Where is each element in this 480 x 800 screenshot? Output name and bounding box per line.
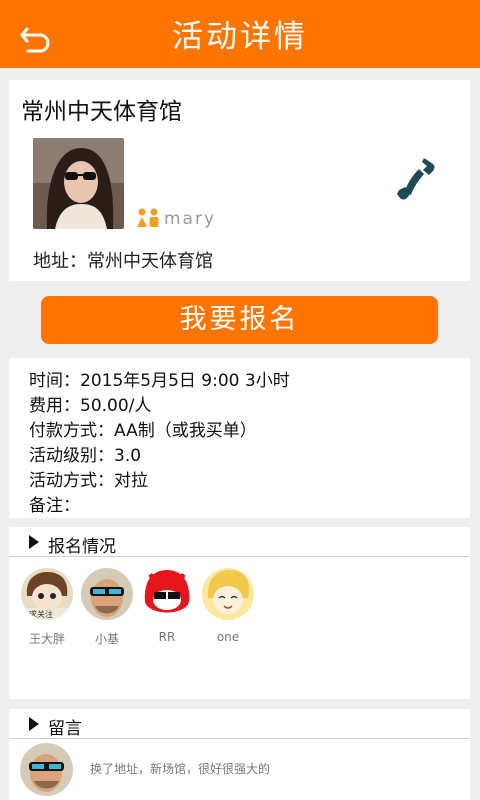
organizer-avatar[interactable] xyxy=(33,138,124,229)
triangle-right-icon xyxy=(29,717,39,731)
comments-header[interactable]: 留言 xyxy=(9,709,470,739)
venue-card: 常州中天体育馆 mary 地址：常州中天体育馆 xyxy=(9,80,470,281)
member-item[interactable]: 小基 xyxy=(80,568,134,647)
member-item[interactable]: 求关注 王大胖 xyxy=(20,568,74,647)
member-name: 小基 xyxy=(94,632,119,646)
organizer-name: mary xyxy=(164,209,217,229)
comments-section: 留言 换了地址，新场馆，很好很强大的 xyxy=(9,709,470,800)
phone-icon[interactable] xyxy=(393,155,439,201)
svg-text:求关注: 求关注 xyxy=(29,609,53,619)
member-avatar: 求关注 xyxy=(21,568,73,620)
mode-text: 活动方式：对拉 xyxy=(29,471,148,491)
enrollment-section: 报名情况 求关注 王大胖 小基 RR one xyxy=(9,527,470,699)
enrollment-header-label: 报名情况 xyxy=(48,537,116,557)
gender-icon xyxy=(136,208,162,232)
payment-text: 付款方式：AA制（或我买单） xyxy=(29,421,257,441)
comments-header-label: 留言 xyxy=(48,719,82,739)
member-avatar xyxy=(202,568,254,620)
venue-name: 常州中天体育馆 xyxy=(21,99,182,125)
activity-details: 时间：2015年5月5日 9:00 3小时 费用：50.00/人 付款方式：AA… xyxy=(9,358,470,518)
triangle-right-icon xyxy=(29,535,39,549)
top-bar: 活动详情 xyxy=(0,0,480,68)
member-avatar xyxy=(81,568,133,620)
fee-text: 费用：50.00/人 xyxy=(29,396,152,416)
member-avatar xyxy=(141,568,193,620)
member-name: 王大胖 xyxy=(28,632,65,646)
signup-button[interactable]: 我要报名 xyxy=(41,296,438,344)
member-name: RR xyxy=(158,630,176,644)
note-text: 备注： xyxy=(29,496,80,516)
time-text: 时间：2015年5月5日 9:00 3小时 xyxy=(29,371,290,391)
commenter-avatar[interactable] xyxy=(20,743,73,796)
venue-address: 地址：常州中天体育馆 xyxy=(33,251,213,272)
enrollment-header[interactable]: 报名情况 xyxy=(9,527,470,557)
member-name: one xyxy=(216,630,240,644)
page-title: 活动详情 xyxy=(172,19,308,55)
comment-text: 换了地址，新场馆，很好很强大的 xyxy=(90,762,271,776)
level-text: 活动级别：3.0 xyxy=(29,446,142,466)
member-item[interactable]: RR xyxy=(140,568,194,644)
member-item[interactable]: one xyxy=(201,568,255,644)
